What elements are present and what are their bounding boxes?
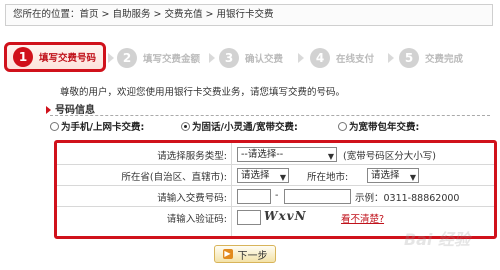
area-code-input[interactable] — [237, 189, 271, 204]
select-value: --请选择-- — [241, 149, 284, 160]
form-row-location: 所在省(自治区、直辖市): 请选择 ▼ 所在地市: 请选择 ▼ — [57, 166, 494, 186]
captcha-image: WxvN — [264, 209, 307, 223]
step-number: 4 — [310, 48, 330, 68]
step-label: 在线支付 — [336, 54, 375, 65]
service-type-hint: (宽带号码区分大小写) — [343, 151, 436, 162]
radio-label: 为宽带包年交费: — [349, 122, 420, 133]
step-label: 确认交费 — [245, 54, 284, 65]
arrow-right-icon: ▶ — [222, 249, 233, 259]
chevron-down-icon: ▼ — [279, 173, 286, 182]
step-label: 填写交费号码 — [39, 53, 97, 64]
step-label: 填写交费金额 — [143, 54, 201, 65]
radio-label: 为手机/上网卡交费: — [61, 122, 145, 133]
step-number: 2 — [117, 48, 137, 68]
step-arrow-icon — [209, 53, 215, 63]
breadcrumb: 您所在的位置：首页 > 自助服务 > 交费充值 > 用银行卡交费 — [5, 4, 493, 26]
service-type-select[interactable]: --请选择-- ▼ — [237, 147, 337, 162]
province-label: 所在省(自治区、直辖市): — [121, 172, 227, 183]
number-example: 示例：0311-88862000 — [355, 193, 460, 204]
service-type-label: 请选择服务类型: — [157, 151, 227, 162]
step-4-online-pay: 4 在线支付 — [310, 44, 374, 72]
step-number: 3 — [219, 48, 239, 68]
step-indicator: 1 填写交费号码 2 填写交费金额 3 确认交费 4 在线支付 5 交费完成 — [0, 42, 500, 74]
refresh-captcha-link[interactable]: 看不清楚? — [341, 211, 384, 225]
payment-type-radios: 为手机/上网卡交费: 为固话/小灵通/宽带交费: 为宽带包年交费: — [50, 119, 495, 135]
select-value: 请选择 — [241, 170, 270, 181]
number-form: 请选择服务类型: --请选择-- ▼ (宽带号码区分大小写) 所在省(自治区、直… — [54, 140, 497, 239]
radio-broadband-annual[interactable]: 为宽带包年交费: — [338, 119, 419, 133]
form-row-number: 请输入交费号码: - 示例：0311-88862000 — [57, 187, 494, 207]
step-arrow-icon — [298, 53, 304, 63]
radio-label: 为固话/小灵通/宽带交费: — [192, 122, 298, 133]
radio-landline-broadband[interactable]: 为固话/小灵通/宽带交费: — [181, 119, 298, 133]
select-value: 请选择 — [371, 170, 400, 181]
divider — [50, 115, 490, 116]
step-1-fill-number: 1 填写交费号码 — [4, 42, 106, 72]
step-2-fill-amount: 2 填写交费金额 — [117, 44, 200, 72]
radio-button[interactable] — [338, 121, 347, 131]
number-label: 请输入交费号码: — [157, 193, 227, 204]
next-button-label: 下一步 — [237, 250, 268, 262]
step-number: 1 — [13, 47, 33, 67]
chevron-down-icon: ▼ — [327, 152, 334, 161]
radio-mobile[interactable]: 为手机/上网卡交费: — [50, 119, 144, 133]
step-number: 5 — [399, 48, 419, 68]
step-5-complete: 5 交费完成 — [399, 44, 463, 72]
number-separator: - — [275, 190, 279, 201]
radio-button-selected[interactable] — [181, 121, 190, 131]
phone-number-input[interactable] — [284, 189, 351, 204]
section-title: 号码信息 — [46, 101, 95, 116]
intro-text: 尊敬的用户，欢迎您使用用银行卡交费业务，请您填写交费的号码。 — [60, 87, 346, 98]
form-row-captcha: 请输入验证码: WxvN 看不清楚? — [57, 208, 494, 228]
step-label: 交费完成 — [425, 54, 464, 65]
step-arrow-icon — [108, 53, 114, 63]
step-arrow-icon — [388, 53, 394, 63]
city-select[interactable]: 请选择 ▼ — [367, 168, 419, 183]
form-row-service-type: 请选择服务类型: --请选择-- ▼ (宽带号码区分大小写) — [57, 145, 494, 165]
province-select[interactable]: 请选择 ▼ — [237, 168, 289, 183]
city-label: 所在地市: — [307, 172, 349, 183]
next-button[interactable]: ▶ 下一步 — [214, 245, 276, 263]
chevron-down-icon: ▼ — [409, 173, 416, 182]
triangle-bullet-icon — [46, 106, 51, 114]
step-3-confirm: 3 确认交费 — [219, 44, 283, 72]
radio-button[interactable] — [50, 121, 59, 131]
captcha-input[interactable] — [237, 210, 261, 225]
captcha-label: 请输入验证码: — [166, 214, 227, 225]
watermark-logo: Bai 经验 — [403, 230, 470, 249]
